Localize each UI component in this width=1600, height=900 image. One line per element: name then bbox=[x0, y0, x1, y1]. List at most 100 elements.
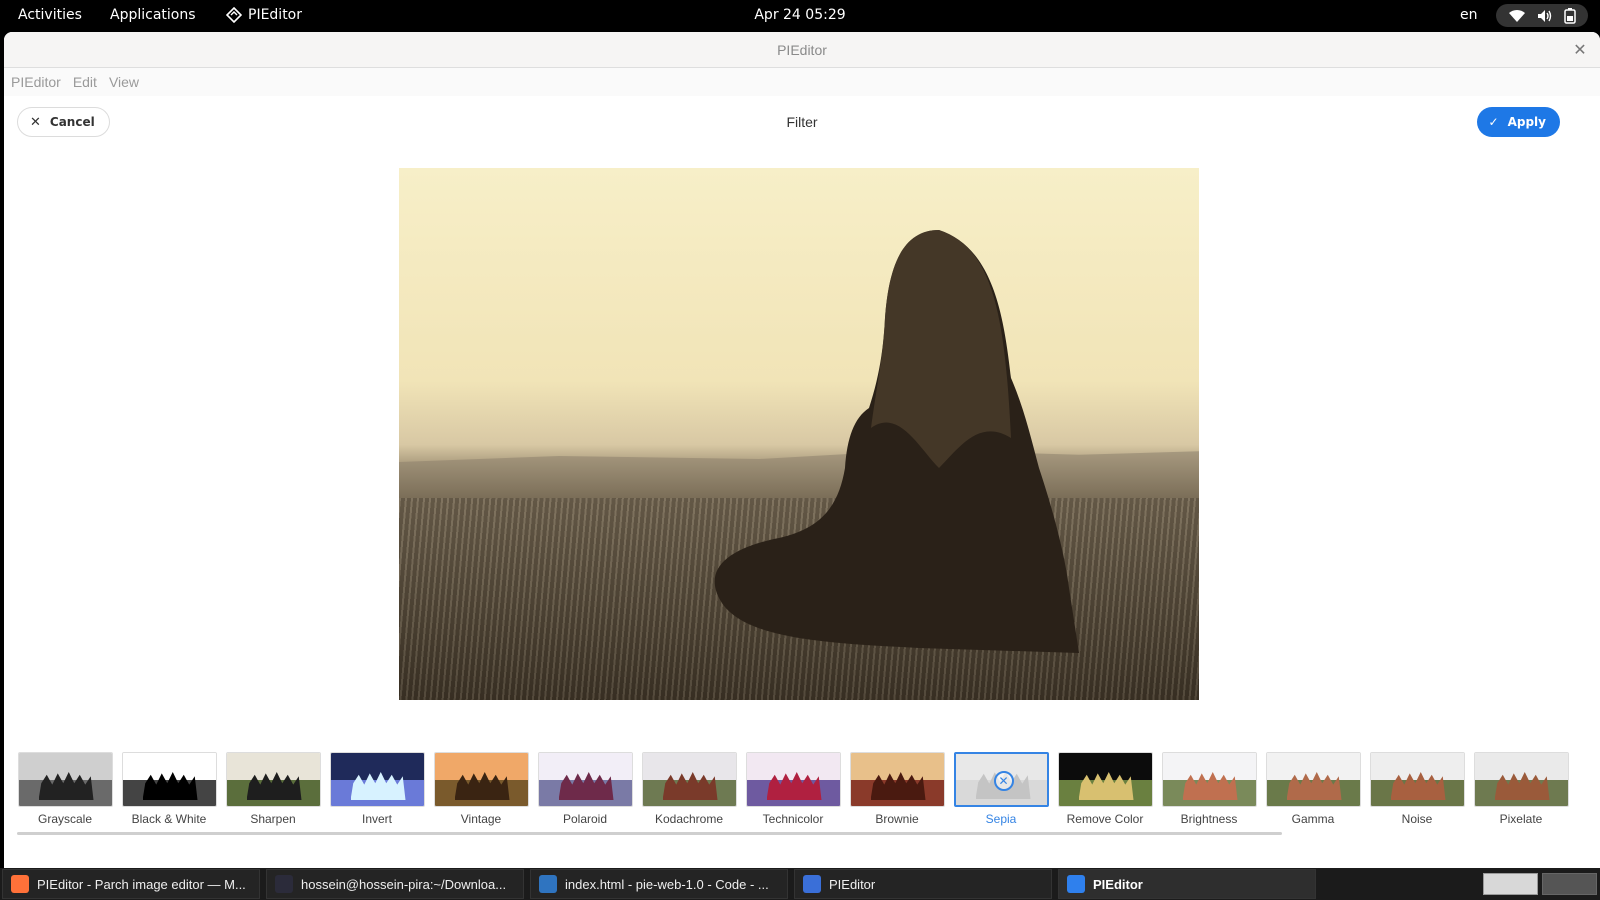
taskbar-task[interactable]: index.html - pie-web-1.0 - Code - ... bbox=[530, 869, 788, 899]
filter-item-brownie[interactable]: Brownie bbox=[849, 752, 945, 830]
title-bar[interactable]: PIEditor ✕ bbox=[4, 32, 1600, 68]
thumbnail-sky bbox=[434, 753, 528, 780]
filter-thumbnail bbox=[329, 752, 425, 807]
apply-button[interactable]: ✓ Apply bbox=[1476, 107, 1560, 137]
taskbar-task-label: hossein@hossein-pira:~/Downloa... bbox=[301, 876, 507, 892]
document-icon bbox=[803, 875, 821, 893]
filter-thumbnail bbox=[1057, 752, 1153, 807]
taskbar-task-label: index.html - pie-web-1.0 - Code - ... bbox=[565, 876, 769, 892]
volume-icon bbox=[1537, 9, 1552, 22]
workspace-2[interactable] bbox=[1542, 873, 1597, 895]
thumbnail-sky bbox=[330, 753, 424, 780]
filter-strip-scrollbar[interactable] bbox=[17, 832, 1282, 835]
menu-bar: PIEditor Edit View bbox=[4, 68, 1600, 96]
filter-label: Grayscale bbox=[37, 812, 93, 826]
thumbnail-sky bbox=[122, 753, 216, 780]
thumbnail-sky bbox=[226, 753, 320, 780]
filter-thumbnail bbox=[1369, 752, 1465, 807]
filter-thumbnail bbox=[121, 752, 217, 807]
filter-item-vintage[interactable]: Vintage bbox=[433, 752, 529, 830]
filter-item-black-white[interactable]: Black & White bbox=[121, 752, 217, 830]
pieditor-icon bbox=[1067, 875, 1085, 893]
filter-thumbnail bbox=[1161, 752, 1257, 807]
filter-item-brightness[interactable]: Brightness bbox=[1161, 752, 1257, 830]
thumbnail-sky bbox=[1162, 753, 1256, 780]
top-bar: Activities Applications PIEditor Apr 24 … bbox=[0, 0, 1600, 31]
keyboard-language-indicator[interactable]: en bbox=[1460, 7, 1478, 23]
activities-button[interactable]: Activities bbox=[18, 7, 82, 23]
filter-thumbnail bbox=[745, 752, 841, 807]
taskbar-task[interactable]: PIEditor bbox=[794, 869, 1052, 899]
filter-thumbnail bbox=[17, 752, 113, 807]
terminal-icon bbox=[275, 875, 293, 893]
filter-label: Brownie bbox=[875, 812, 919, 826]
remove-filter-icon[interactable]: ✕ bbox=[993, 771, 1014, 791]
workspace-1[interactable] bbox=[1483, 873, 1538, 895]
filter-toolbar: ✕ Cancel Filter ✓ Apply bbox=[4, 96, 1600, 150]
filter-thumbnail bbox=[641, 752, 737, 807]
battery-icon bbox=[1564, 7, 1577, 24]
filter-item-remove-color[interactable]: Remove Color bbox=[1057, 752, 1153, 830]
taskbar: PIEditor - Parch image editor — M... hoss… bbox=[0, 868, 1600, 900]
filter-item-pixelate[interactable]: Pixelate bbox=[1473, 752, 1569, 830]
app-menu-label: PIEditor bbox=[248, 7, 303, 23]
filter-label: Noise bbox=[1401, 812, 1433, 826]
filter-label: Sharpen bbox=[250, 812, 296, 826]
vscode-icon bbox=[539, 875, 557, 893]
filter-label: Brightness bbox=[1180, 812, 1238, 826]
system-status-menu[interactable] bbox=[1496, 4, 1588, 27]
filter-thumbnail: ✕ bbox=[953, 752, 1049, 807]
filter-item-kodachrome[interactable]: Kodachrome bbox=[641, 752, 737, 830]
applications-menu[interactable]: Applications bbox=[110, 7, 196, 23]
thumbnail-sky bbox=[1474, 753, 1568, 780]
filter-item-invert[interactable]: Invert bbox=[329, 752, 425, 830]
filter-item-gamma[interactable]: Gamma bbox=[1265, 752, 1361, 830]
filter-item-polaroid[interactable]: Polaroid bbox=[537, 752, 633, 830]
filter-label: Vintage bbox=[460, 812, 502, 826]
taskbar-task[interactable]: hossein@hossein-pira:~/Downloa... bbox=[266, 869, 524, 899]
menu-edit[interactable]: Edit bbox=[73, 74, 97, 90]
filter-thumbnail bbox=[433, 752, 529, 807]
filter-item-noise[interactable]: Noise bbox=[1369, 752, 1465, 830]
taskbar-task-label: PIEditor bbox=[1093, 876, 1143, 892]
menu-view[interactable]: View bbox=[109, 74, 139, 90]
app-menu[interactable]: PIEditor bbox=[226, 7, 302, 23]
thumbnail-sky bbox=[642, 753, 736, 780]
filter-thumbnail bbox=[849, 752, 945, 807]
pieditor-app-icon bbox=[226, 7, 242, 23]
filter-item-sharpen[interactable]: Sharpen bbox=[225, 752, 321, 830]
filter-label: Invert bbox=[361, 812, 392, 826]
thumbnail-sky bbox=[1266, 753, 1360, 780]
filter-label: Kodachrome bbox=[654, 812, 724, 826]
clock[interactable]: Apr 24 05:29 bbox=[754, 7, 845, 23]
filter-label: Polaroid bbox=[562, 812, 608, 826]
apply-label: Apply bbox=[1507, 115, 1546, 129]
filter-thumbnail bbox=[1265, 752, 1361, 807]
firefox-icon bbox=[11, 875, 29, 893]
filter-item-sepia[interactable]: ✕ Sepia bbox=[953, 752, 1049, 830]
filter-thumbnail bbox=[225, 752, 321, 807]
filter-strip: Grayscale Black & White Sharpen Invert Vinta… bbox=[17, 752, 1587, 830]
checkmark-icon: ✓ bbox=[1488, 115, 1499, 129]
image-preview[interactable] bbox=[399, 168, 1199, 700]
window-title: PIEditor bbox=[777, 42, 827, 58]
filter-label: Black & White bbox=[131, 812, 207, 826]
filter-label: Technicolor bbox=[762, 812, 824, 826]
filter-thumbnail bbox=[1473, 752, 1569, 807]
thumbnail-sky bbox=[18, 753, 112, 780]
thumbnail-sky bbox=[1058, 753, 1152, 780]
thumbnail-sky bbox=[538, 753, 632, 780]
thumbnail-sky bbox=[746, 753, 840, 780]
filter-item-grayscale[interactable]: Grayscale bbox=[17, 752, 113, 830]
menu-pieditor[interactable]: PIEditor bbox=[11, 74, 61, 90]
filter-item-technicolor[interactable]: Technicolor bbox=[745, 752, 841, 830]
filter-label: Remove Color bbox=[1066, 812, 1144, 826]
filter-label: Pixelate bbox=[1499, 812, 1543, 826]
wifi-icon bbox=[1508, 9, 1525, 22]
taskbar-task[interactable]: PIEditor bbox=[1058, 869, 1316, 899]
taskbar-task[interactable]: PIEditor - Parch image editor — M... bbox=[2, 869, 260, 899]
filter-label: Sepia bbox=[985, 812, 1017, 826]
panel-title: Filter bbox=[786, 114, 818, 130]
close-icon[interactable]: ✕ bbox=[1570, 40, 1590, 60]
preview-subject-silhouette bbox=[714, 230, 1079, 653]
